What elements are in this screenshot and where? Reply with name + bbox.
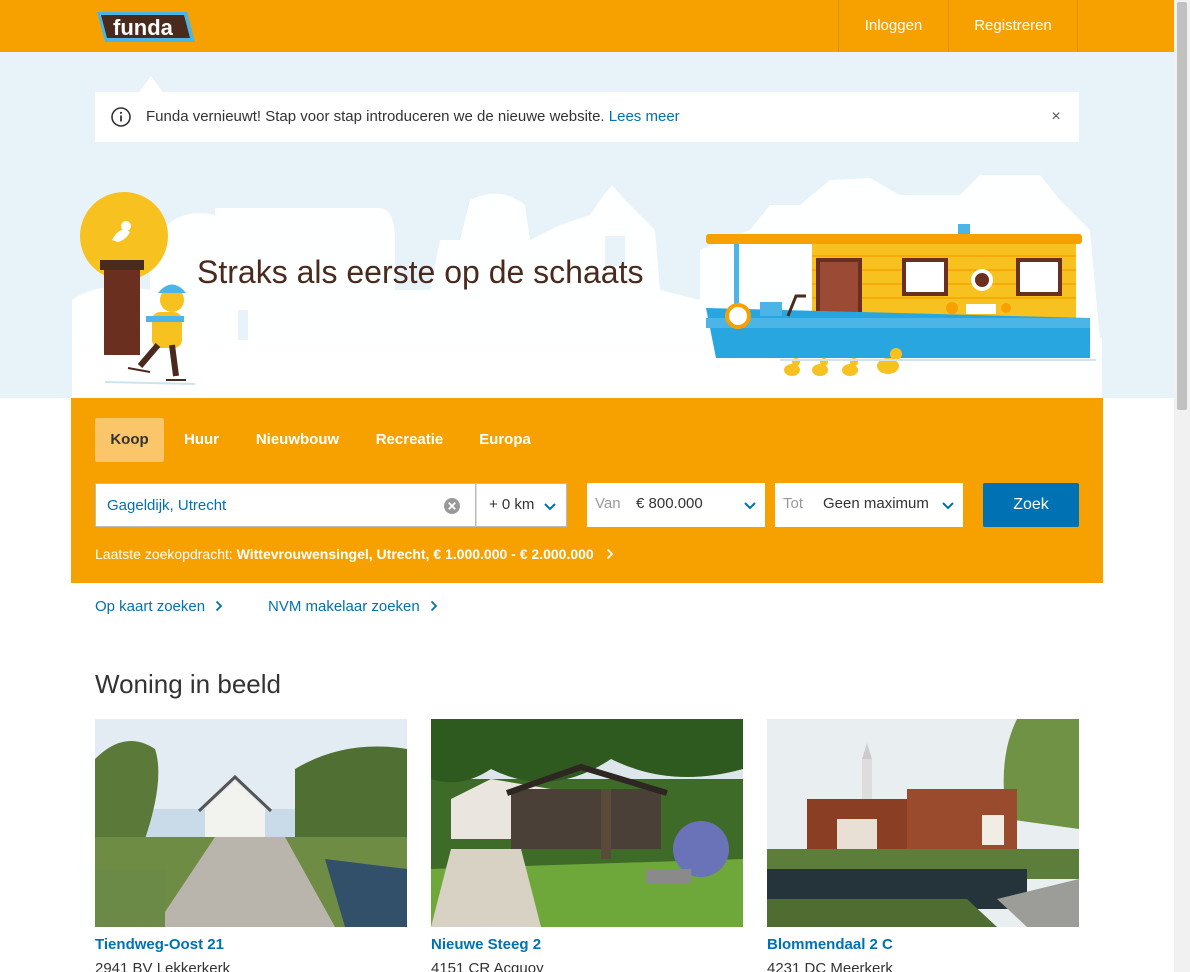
- map-search-link[interactable]: Op kaart zoeken: [95, 598, 223, 615]
- nvm-agent-link[interactable]: NVM makelaar zoeken: [268, 598, 438, 615]
- location-input[interactable]: [107, 494, 437, 516]
- price-from-select[interactable]: Van € 800.000: [587, 483, 765, 527]
- chevron-down-icon: [942, 502, 954, 510]
- read-more-link[interactable]: Lees meer: [609, 108, 680, 125]
- page-scrollbar[interactable]: [1174, 0, 1190, 972]
- card-title[interactable]: Blommendaal 2 C: [767, 936, 893, 953]
- scrollbar-thumb[interactable]: [1177, 2, 1187, 410]
- featured-card[interactable]: Tiendweg-Oost 21 2941 BV Lekkerkerk: [95, 719, 407, 972]
- nvm-agent-label: NVM makelaar zoeken: [268, 598, 420, 615]
- price-from-label: Van: [595, 495, 621, 512]
- card-subtitle: 2941 BV Lekkerkerk: [95, 960, 231, 972]
- card-title[interactable]: Nieuwe Steeg 2: [431, 936, 541, 953]
- tab-europa[interactable]: Europa: [471, 418, 539, 462]
- notice-banner: Funda vernieuwt! Stap voor stap introduc…: [95, 92, 1079, 142]
- tab-nieuwbouw[interactable]: Nieuwbouw: [247, 418, 348, 462]
- price-to-value: Geen maximum: [823, 495, 929, 512]
- hero-title: Straks als eerste op de schaats: [197, 254, 644, 290]
- funda-logo[interactable]: funda: [95, 8, 197, 46]
- map-search-label: Op kaart zoeken: [95, 598, 206, 615]
- tab-huur[interactable]: Huur: [174, 418, 229, 462]
- location-field[interactable]: [95, 483, 476, 527]
- notice-text: Funda vernieuwt! Stap voor stap introduc…: [146, 108, 680, 125]
- search-button[interactable]: Zoek: [983, 483, 1079, 527]
- price-to-select[interactable]: Tot Geen maximum: [775, 483, 963, 527]
- chevron-down-icon: [544, 503, 556, 511]
- info-icon: [111, 107, 131, 127]
- house-photo[interactable]: [431, 719, 743, 927]
- register-link[interactable]: Registreren: [948, 0, 1078, 52]
- featured-card[interactable]: Nieuwe Steeg 2 4151 CR Acquoy: [431, 719, 743, 972]
- price-to-label: Tot: [783, 495, 804, 512]
- chevron-right-icon: [606, 548, 613, 560]
- top-header: funda Inloggen Registreren: [0, 0, 1174, 52]
- logo-text: funda: [113, 15, 174, 40]
- featured-card[interactable]: Blommendaal 2 C 4231 DC Meerkerk: [767, 719, 1079, 972]
- login-link[interactable]: Inloggen: [838, 0, 948, 52]
- section-title: Woning in beeld: [95, 669, 281, 699]
- card-subtitle: 4151 CR Acquoy: [431, 960, 544, 972]
- tab-recreatie[interactable]: Recreatie: [368, 418, 451, 462]
- notice-caret: [139, 76, 163, 92]
- close-icon[interactable]: ×: [1047, 108, 1065, 126]
- price-from-value: € 800.000: [636, 495, 703, 512]
- chevron-right-icon: [215, 600, 223, 612]
- last-search-value[interactable]: Wittevrouwensingel, Utrecht, € 1.000.000…: [237, 546, 594, 562]
- notice-message: Funda vernieuwt! Stap voor stap introduc…: [146, 108, 605, 125]
- radius-value: + 0 km: [489, 496, 535, 513]
- last-search-label: Laatste zoekopdracht:: [95, 546, 233, 562]
- last-search[interactable]: Laatste zoekopdracht: Wittevrouwensingel…: [95, 546, 614, 562]
- search-panel: Koop Huur Nieuwbouw Recreatie Europa + 0…: [71, 398, 1103, 583]
- house-photo[interactable]: [95, 719, 407, 927]
- chevron-down-icon: [744, 502, 756, 510]
- house-photo[interactable]: [767, 719, 1079, 927]
- radius-select[interactable]: + 0 km: [476, 483, 567, 527]
- card-title[interactable]: Tiendweg-Oost 21: [95, 936, 224, 953]
- chevron-right-icon: [430, 600, 438, 612]
- clear-icon[interactable]: [443, 497, 461, 515]
- tab-koop[interactable]: Koop: [95, 418, 164, 462]
- card-subtitle: 4231 DC Meerkerk: [767, 960, 893, 972]
